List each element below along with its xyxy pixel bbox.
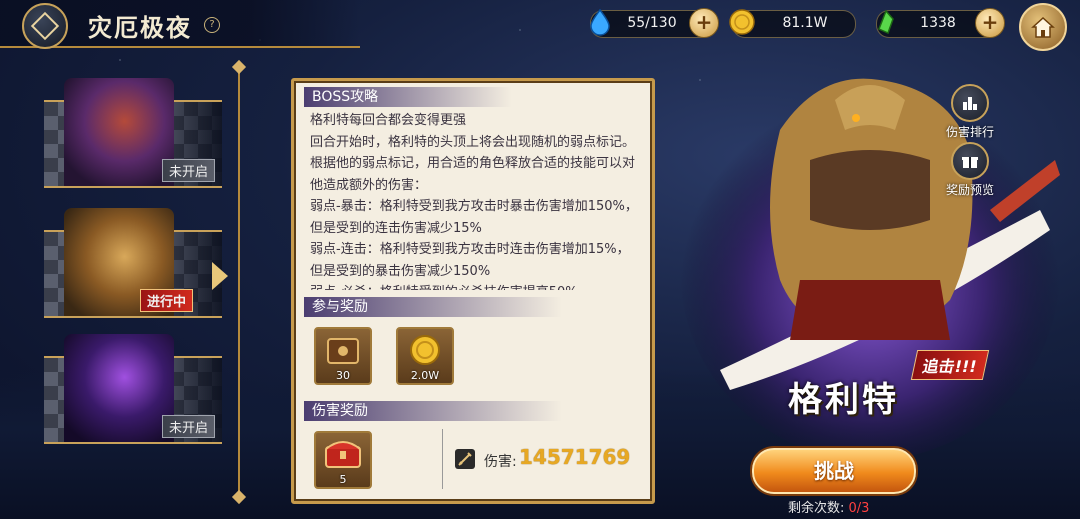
boss-strategy-line: 根据他的弱点标记，用合适的角色释放合适的技能可以对 [310,156,636,171]
damage-value: 14571769 [519,445,631,469]
chapter-card-1[interactable]: 未开启 [44,78,222,188]
gold-value: 81.1W [782,15,828,31]
damage-label: 伤害: [484,454,517,470]
page-title: 灾厄极夜 [88,13,192,42]
red-chest-item-icon [325,441,361,468]
chapter-status-tag: 未开启 [162,415,216,438]
boss-strategy-line: 格利特每回合都会变得更强 [310,113,467,128]
green-gem-icon [878,9,894,35]
selected-arrow-icon [212,262,228,290]
add-gem-button[interactable]: + [975,8,1005,38]
boss-strategy-line: 弱点-连击：格利特受到我方攻击时连击伤害增加15%， [310,242,630,257]
stamina-value: 55/130 [627,15,677,31]
boss-strategy-text[interactable]: 格利特每回合都会变得更强 回合开始时，格利特的头顶上将会出现随机的弱点标记。 根… [310,110,640,290]
help-icon[interactable]: ? [204,17,220,33]
damage-ranking-label: 伤害排行 [945,125,994,139]
chapter-card-3[interactable]: 未开启 [44,334,222,444]
reward-preview-button[interactable]: 奖励预览 [940,142,1000,198]
boss-strategy-line: 弱点-必杀：格利特受到的必杀技伤害提高50% [310,282,640,290]
damage-ranking-button[interactable]: 伤害排行 [940,84,1000,140]
remaining-label: 剩余次数: [788,501,845,516]
boss-strategy-line: 但是受到的暴击伤害减少150% [310,263,491,279]
boss-portrait-1 [64,78,174,186]
gold-coin-item-icon [410,335,440,365]
reward-item-chest[interactable]: 5 [314,431,372,489]
boss-strategy-line: 但是受到的连击伤害减少15% [310,220,482,236]
reward-item-box[interactable]: 30 [314,327,372,385]
boss-strategy-heading: BOSS攻略 [304,87,512,107]
stamina-counter: 55/130 + [590,8,719,38]
chapter-status-tag: 进行中 [140,289,194,312]
reward-count: 30 [336,369,350,382]
challenge-button[interactable]: 挑战 [752,448,916,494]
stamina-drop-icon [590,8,610,36]
gold-counter: 81.1W [729,9,856,38]
gift-icon [962,157,978,168]
gem-value: 1338 [920,15,956,31]
header-bar: 灾厄极夜 ? [0,0,360,49]
reward-item-gold[interactable]: 2.0W [396,327,454,385]
boss-strategy-line: 回合开始时，格利特的头顶上将会出现随机的弱点标记。 [310,134,636,150]
back-button[interactable] [22,3,68,49]
home-icon [1031,16,1055,38]
participation-reward-heading: 参与奖励 [304,297,562,317]
damage-reward-heading: 伤害奖励 [304,401,562,421]
boss-strategy-line: 弱点-暴击：格利特受到我方攻击时暴击伤害增加150%， [310,199,638,214]
reward-count: 5 [339,473,347,486]
boss-name: 格利特 [788,380,899,420]
sword-icon [455,449,475,469]
remaining-attempts: 剩余次数: 0/3 [788,497,869,516]
boss-portrait-3 [64,334,174,442]
add-stamina-button[interactable]: + [689,8,719,38]
reward-preview-label: 奖励预览 [945,183,994,197]
remaining-value: 0/3 [848,501,870,516]
timeline-line [238,66,240,498]
chapter-status-tag: 未开启 [162,159,216,182]
pursuit-tag: 追击!!! [910,350,990,380]
ranking-icon [963,97,977,110]
treasure-box-item-icon [327,338,359,364]
chapter-card-2[interactable]: 进行中 [44,208,222,318]
reward-count: 2.0W [410,369,440,382]
gold-coin-icon [729,9,755,35]
boss-info-panel: BOSS攻略 格利特每回合都会变得更强 回合开始时，格利特的头顶上将会出现随机的… [291,78,655,504]
reward-divider [442,429,443,489]
gem-counter: 1338 + [876,8,1005,38]
back-diamond-icon [30,11,60,41]
boss-strategy-line: 他造成额外的伤害： [310,177,428,193]
